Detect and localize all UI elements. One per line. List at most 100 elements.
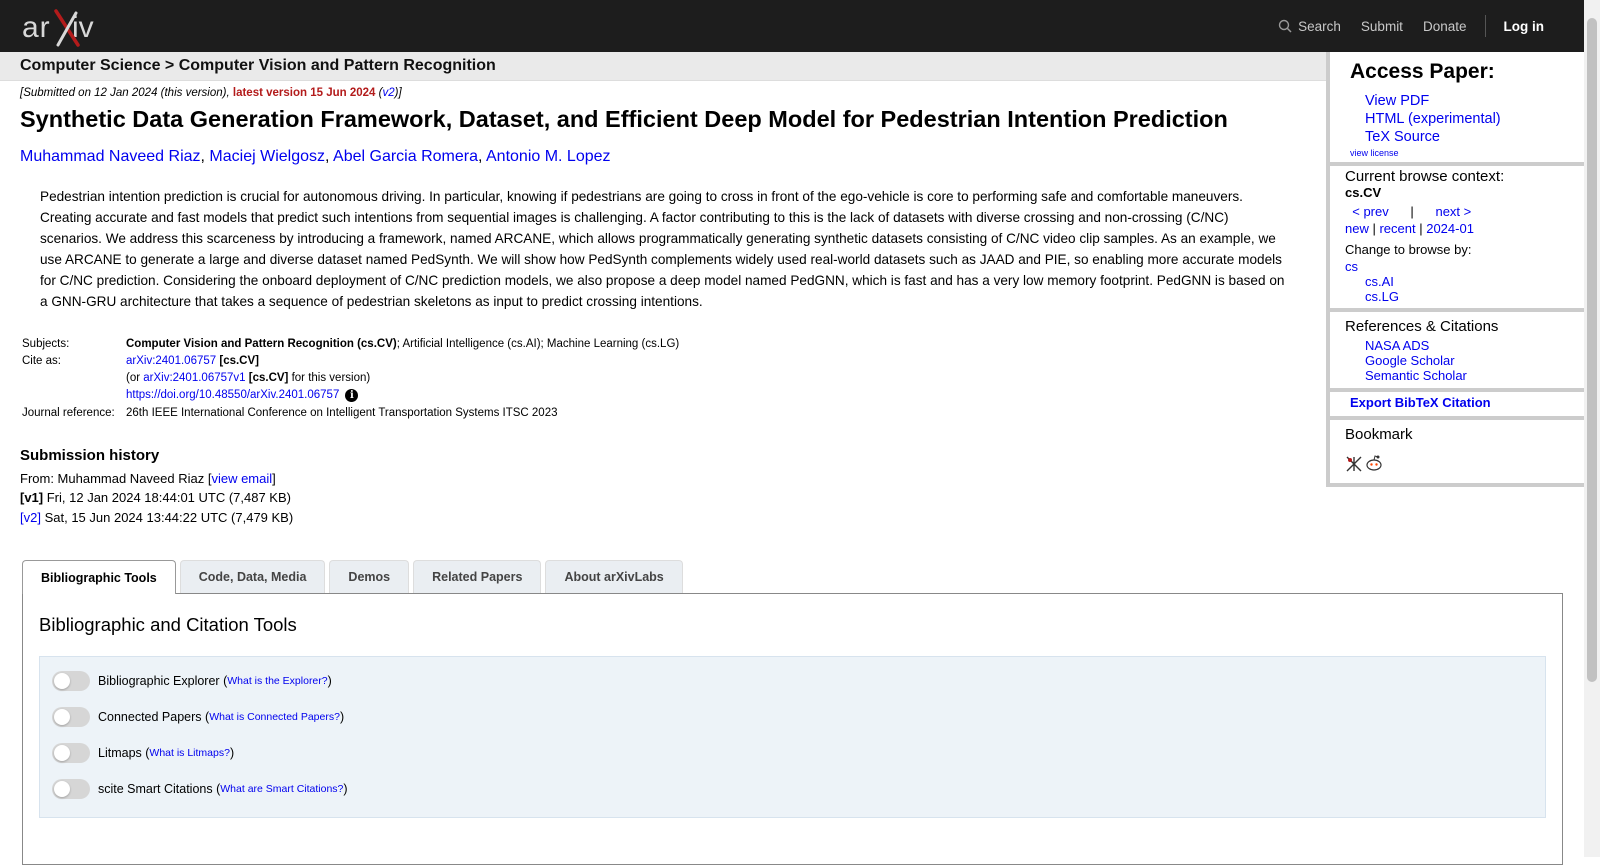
nasa-ads-link[interactable]: NASA ADS (1365, 338, 1429, 353)
author-link[interactable]: Maciej Wielgosz (209, 148, 325, 165)
prev-next-nav: < prev | next > (1345, 204, 1504, 219)
bracket-close: ] (272, 470, 276, 486)
journal-reference: 26th IEEE International Conference on In… (126, 407, 558, 419)
next-link[interactable]: next > (1435, 204, 1471, 219)
v2-info: Sat, 15 Jun 2024 13:44:22 UTC (7,479 KB) (40, 509, 294, 525)
subjects-row: Subjects: Computer Vision and Pattern Re… (20, 336, 681, 353)
submission-history: Submission history From: Muhammad Naveed… (20, 446, 293, 527)
tool-name: Bibliographic Explorer (98, 674, 220, 688)
html-link[interactable]: HTML (experimental) (1365, 111, 1501, 127)
tool-help-link[interactable]: What is the Explorer? (227, 675, 327, 687)
tool-litmaps: Litmaps (What is Litmaps?) (52, 743, 234, 763)
tool-connected-papers: Connected Papers (What is Connected Pape… (52, 707, 344, 727)
browse-context-heading: Current browse context: (1345, 168, 1505, 185)
metadata-table: Subjects: Computer Vision and Pattern Re… (20, 336, 681, 422)
author-link[interactable]: Muhammad Naveed Riaz (20, 148, 201, 165)
reddit-icon[interactable] (1365, 454, 1383, 472)
nav-separator: | (1410, 204, 1414, 219)
v1-info: Fri, 12 Jan 2024 18:44:01 UTC (7,487 KB) (43, 490, 291, 505)
view-email-link[interactable]: view email (211, 471, 272, 486)
view-pdf-link[interactable]: View PDF (1365, 93, 1429, 109)
info-icon[interactable]: i (345, 389, 359, 402)
top-nav: Search Submit Donate Log in (1258, 0, 1544, 52)
month-link[interactable]: 2024-01 (1426, 221, 1474, 236)
browse-context-value: cs.CV (1345, 185, 1382, 200)
browse-cs-lg-link[interactable]: cs.LG (1365, 289, 1399, 304)
tool-help-link[interactable]: What are Smart Citations? (220, 783, 343, 795)
labs-tabs: Bibliographic Tools Code, Data, Media De… (22, 560, 687, 594)
v1-tag: [v1] (20, 490, 44, 505)
browse-cs-link[interactable]: cs (1345, 259, 1358, 274)
google-scholar-link[interactable]: Google Scholar (1365, 353, 1455, 368)
donate-link[interactable]: Donate (1423, 19, 1467, 34)
submission-dateline: [Submitted on 12 Jan 2024 (this version)… (20, 87, 402, 99)
references-box: References & Citations NASA ADS Google S… (1330, 312, 1588, 392)
submitter-text: From: Muhammad Naveed Riaz [ (20, 470, 212, 486)
tools-list: Bibliographic Explorer (What is the Expl… (39, 656, 1546, 818)
tool-help-link[interactable]: What is Connected Papers? (209, 711, 340, 723)
sidebar: Access Paper: View PDF HTML (experimenta… (1326, 52, 1588, 487)
paren-close: )] (394, 87, 402, 99)
new-link[interactable]: new (1345, 221, 1369, 236)
submit-link[interactable]: Submit (1361, 19, 1403, 34)
tex-source-link[interactable]: TeX Source (1365, 129, 1440, 145)
bookmark-box: Bookmark (1330, 420, 1588, 487)
tool-name: Litmaps (98, 746, 142, 760)
scrollbar-thumb[interactable] (1587, 18, 1597, 682)
abstract: Pedestrian intention prediction is cruci… (40, 189, 1285, 309)
nav-divider (1484, 15, 1486, 37)
semantic-scholar-link[interactable]: Semantic Scholar (1365, 368, 1467, 383)
prev-link[interactable]: < prev (1352, 204, 1389, 219)
journal-label: Journal reference: (22, 407, 115, 419)
cite-version-category: [cs.CV] (248, 372, 289, 384)
primary-subject: Computer Vision and Pattern Recognition … (126, 338, 397, 350)
toggle-switch[interactable] (52, 671, 90, 691)
toggle-switch[interactable] (52, 743, 90, 763)
export-box: Export BibTeX Citation (1330, 392, 1588, 420)
tool-name: scite Smart Citations (98, 782, 213, 796)
tab-bibliographic-tools[interactable]: Bibliographic Tools (22, 560, 176, 594)
submission-history-heading: Submission history (20, 447, 160, 464)
export-bibtex-link[interactable]: Export BibTeX Citation (1350, 395, 1491, 410)
tab-demos[interactable]: Demos (329, 560, 410, 593)
author-link[interactable]: Abel Garcia Romera (333, 148, 478, 165)
cite-version-link[interactable]: arXiv:2401.06757v1 (143, 372, 245, 384)
author-link[interactable]: Antonio M. Lopez (486, 148, 611, 165)
v2-link[interactable]: v2 (382, 87, 394, 99)
search-label: Search (1298, 18, 1341, 34)
journal-row: Journal reference: 26th IEEE Internation… (20, 405, 681, 422)
cite-category: [cs.CV] (219, 355, 259, 367)
arxiv-logo[interactable]: ar iv (22, 7, 112, 47)
tab-about-arxivlabs[interactable]: About arXivLabs (545, 560, 683, 593)
doi-row: https://doi.org/10.48550/arXiv.2401.0675… (20, 387, 681, 405)
tools-panel: Bibliographic and Citation Tools Bibliog… (22, 593, 1563, 865)
paper-title: Synthetic Data Generation Framework, Dat… (20, 106, 1228, 132)
date-nav: new | recent | 2024-01 (1345, 221, 1474, 236)
tab-related-papers[interactable]: Related Papers (413, 560, 542, 593)
breadcrumb[interactable]: Computer Science > Computer Vision and P… (20, 57, 496, 75)
toggle-switch[interactable] (52, 779, 90, 799)
cite-id-link[interactable]: arXiv:2401.06757 (126, 355, 216, 367)
references-heading: References & Citations (1345, 318, 1499, 335)
login-link[interactable]: Log in (1504, 19, 1545, 34)
page-scrollbar[interactable] (1584, 0, 1600, 857)
bibsonomy-icon[interactable] (1345, 455, 1363, 473)
svg-text:ar: ar (22, 11, 51, 44)
browse-cs-ai-link[interactable]: cs.AI (1365, 274, 1394, 289)
latest-version-text: latest version 15 Jun 2024 (232, 87, 376, 99)
toggle-switch[interactable] (52, 707, 90, 727)
tool-bibliographic-explorer: Bibliographic Explorer (What is the Expl… (52, 671, 332, 691)
access-paper-heading: Access Paper: (1350, 60, 1495, 83)
access-links: View PDF HTML (experimental) TeX Source (1365, 92, 1501, 146)
v2-history-link[interactable]: [v2] (20, 510, 41, 525)
view-license-link[interactable]: view license (1350, 148, 1399, 158)
doi-link[interactable]: https://doi.org/10.48550/arXiv.2401.0675… (126, 389, 339, 401)
search-link[interactable]: Search (1278, 19, 1341, 34)
tools-panel-heading: Bibliographic and Citation Tools (39, 614, 297, 635)
change-browse-label: Change to browse by: (1345, 242, 1472, 257)
recent-link[interactable]: recent (1379, 221, 1415, 236)
tool-help-link[interactable]: What is Litmaps? (149, 747, 230, 759)
tab-code-data-media[interactable]: Code, Data, Media (179, 560, 326, 593)
author-list: Muhammad Naveed Riaz, Maciej Wielgosz, A… (20, 148, 611, 165)
breadcrumb-band: Computer Science > Computer Vision and P… (0, 52, 1326, 81)
